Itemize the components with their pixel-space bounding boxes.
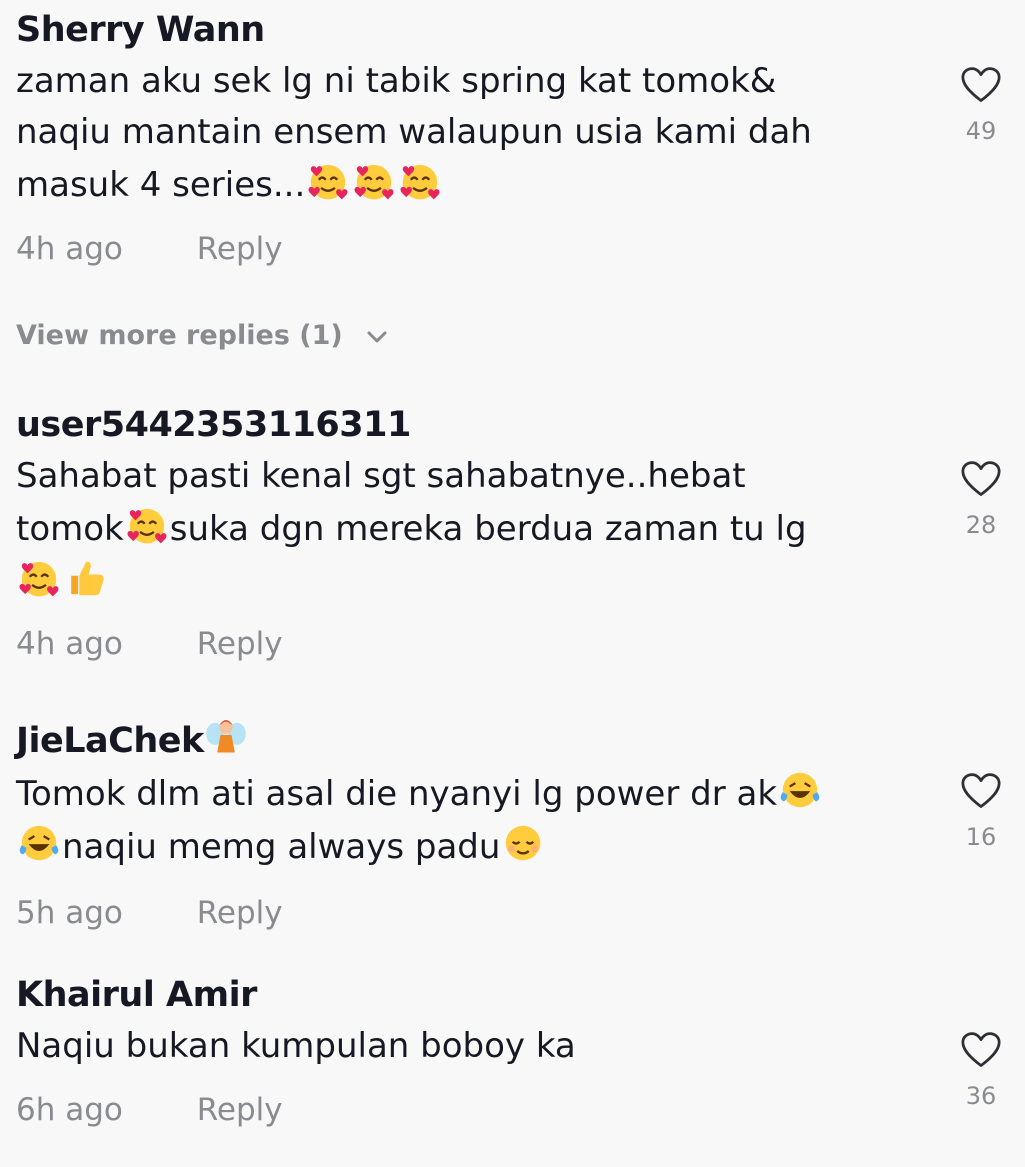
fairy-emoji-icon (204, 714, 248, 758)
comment-text-line: Naqiu bukan kumpulan boboy ka (16, 1026, 576, 1066)
reply-button[interactable]: Reply (197, 231, 283, 267)
comment-item: Khairul Amir Naqiu bukan kumpulan boboy … (16, 973, 1006, 1132)
like-count: 16 (965, 823, 997, 851)
comment-timestamp: 6h ago (16, 1092, 123, 1128)
heart-outline-icon[interactable] (960, 772, 1002, 810)
comment-item: user5442353116311 Sahabat pasti kenal sg… (16, 403, 1006, 666)
like-button[interactable]: 36 (951, 1031, 1011, 1111)
comment-username[interactable]: Khairul Amir (16, 973, 1006, 1017)
comment-text-line (16, 555, 886, 608)
love-emoji-icon (397, 158, 443, 204)
comment-text-fragment: tomok (16, 509, 124, 549)
comment-text-line: Tomok dlm ati asal die nyanyi lg power d… (16, 767, 886, 820)
comment-text: Sahabat pasti kenal sgt sahabatnye..heba… (16, 451, 886, 608)
comment-username[interactable]: JieLaChek (16, 714, 1006, 763)
comment-text: Tomok dlm ati asal die nyanyi lg power d… (16, 767, 886, 873)
love-emoji-icon (16, 555, 62, 601)
comment-username[interactable]: user5442353116311 (16, 403, 1006, 447)
comment-username-text: JieLaChek (16, 721, 204, 761)
comment-timestamp: 4h ago (16, 626, 123, 662)
comment-text-line: naqiu mantain ensem walaupun usia kami d… (16, 112, 812, 152)
like-button[interactable]: 28 (951, 460, 1011, 540)
comment-text-fragment: masuk 4 series... (16, 165, 306, 205)
comment-text-line: masuk 4 series... (16, 158, 886, 211)
relieved-emoji-icon (500, 820, 546, 866)
love-emoji-icon (351, 158, 397, 204)
reply-button[interactable]: Reply (197, 626, 283, 662)
love-emoji-icon (124, 502, 170, 548)
view-more-replies-button[interactable]: View more replies (1) (16, 320, 388, 351)
comment-username[interactable]: Sherry Wann (16, 8, 1006, 52)
like-button[interactable]: 16 (951, 772, 1011, 852)
comment-timestamp: 5h ago (16, 895, 123, 931)
comment-meta: 5h ago Reply (16, 891, 1006, 935)
heart-outline-icon[interactable] (960, 1031, 1002, 1069)
love-emoji-icon (305, 158, 351, 204)
thumbs-up-emoji-icon (62, 555, 108, 601)
comment-text-line: naqiu memg always padu (16, 820, 886, 873)
laughing-emoji-icon (777, 767, 823, 813)
comment-meta: 4h ago Reply (16, 622, 1006, 666)
comment-meta: 4h ago Reply (16, 227, 1006, 271)
comment-text-line: zaman aku sek lg ni tabik spring kat tom… (16, 61, 777, 101)
comment-text-line: tomok suka dgn mereka berdua zaman tu lg (16, 502, 886, 555)
comment-text-fragment: suka dgn mereka berdua zaman tu lg (169, 509, 807, 549)
view-more-replies-label: View more replies (1) (16, 320, 343, 351)
reply-button[interactable]: Reply (197, 895, 283, 931)
comment-item: Sherry Wann zaman aku sek lg ni tabik sp… (16, 8, 1006, 271)
chevron-down-icon (367, 331, 387, 342)
comment-timestamp: 4h ago (16, 231, 123, 267)
comment-text-line: Sahabat pasti kenal sgt sahabatnye..heba… (16, 456, 746, 496)
comment-text-fragment: naqiu memg always padu (62, 827, 501, 867)
heart-outline-icon[interactable] (960, 66, 1002, 104)
comment-item: JieLaChek Tomok dlm ati asal die nyanyi … (16, 714, 1006, 935)
heart-outline-icon[interactable] (960, 460, 1002, 498)
reply-button[interactable]: Reply (197, 1092, 283, 1128)
like-count: 28 (965, 511, 997, 539)
comment-meta: 6h ago Reply (16, 1088, 1006, 1132)
like-button[interactable]: 49 (951, 66, 1011, 146)
comment-text-fragment: Tomok dlm ati asal die nyanyi lg power d… (16, 774, 778, 814)
like-count: 36 (965, 1082, 997, 1110)
comment-text: zaman aku sek lg ni tabik spring kat tom… (16, 56, 886, 211)
like-count: 49 (965, 117, 997, 145)
comment-text: Naqiu bukan kumpulan boboy ka (16, 1021, 886, 1072)
laughing-emoji-icon (16, 820, 62, 866)
